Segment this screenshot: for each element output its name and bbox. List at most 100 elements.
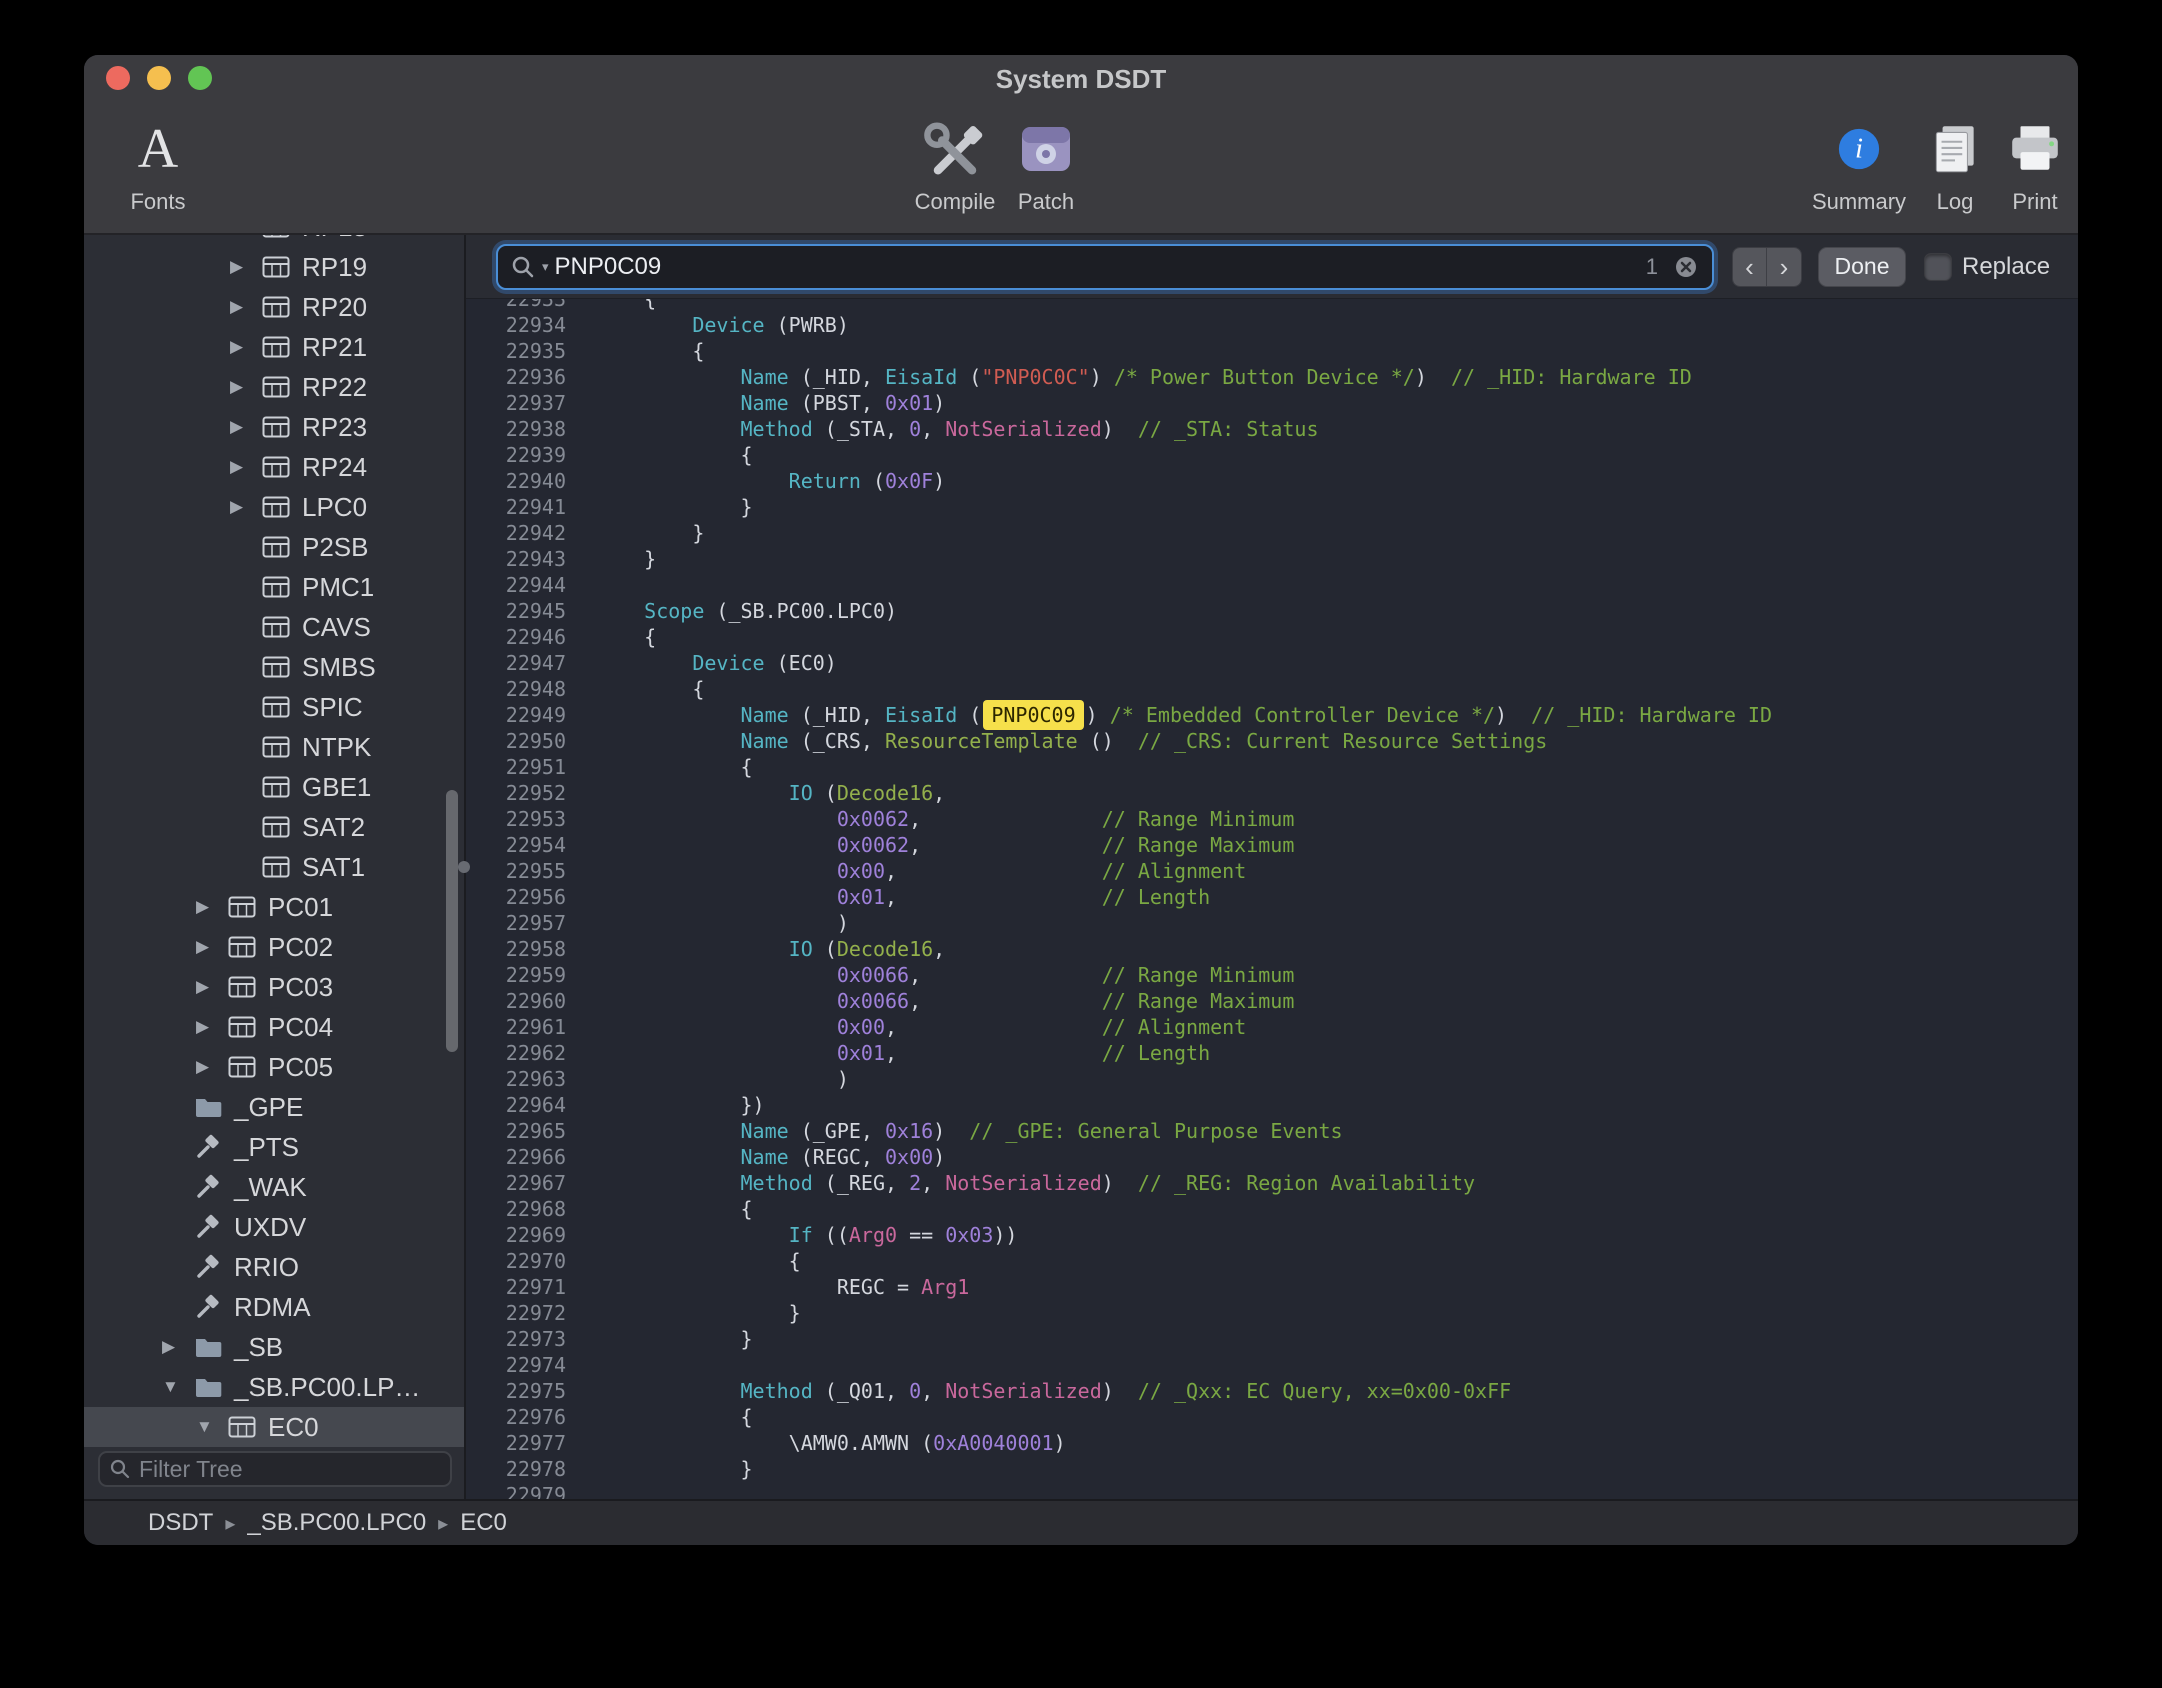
sidebar-item-cavs[interactable]: CAVS	[84, 607, 464, 647]
sidebar-item-ntpk[interactable]: NTPK	[84, 727, 464, 767]
sidebar-item-pc01[interactable]: ▶PC01	[84, 887, 464, 927]
code-token: ,	[921, 1171, 945, 1195]
code-line: 22940 Return (0x0F)	[466, 468, 2078, 494]
sidebar-item-smbs[interactable]: SMBS	[84, 647, 464, 687]
code-line: 22947 Device (EC0)	[466, 650, 2078, 676]
code-token	[596, 937, 789, 961]
sidebar-item-sat1[interactable]: SAT1	[84, 847, 464, 887]
search-field[interactable]: ▾ PNP0C09 1	[496, 244, 1714, 290]
sidebar-item-pc05[interactable]: ▶PC05	[84, 1047, 464, 1087]
sidebar-item-rp21[interactable]: ▶RP21	[84, 327, 464, 367]
method-icon	[194, 1174, 232, 1200]
code-token: })	[596, 1093, 765, 1117]
splitter-handle[interactable]	[458, 861, 470, 873]
sidebar-item-rp19[interactable]: ▶ RP19	[84, 247, 464, 287]
disclosure-triangle-icon[interactable]: ▶	[230, 457, 262, 477]
find-next-button[interactable]: ›	[1767, 248, 1801, 286]
disclosure-triangle-icon[interactable]: ▶	[230, 417, 262, 437]
toolbar-label: Compile	[915, 189, 996, 215]
clear-search-icon[interactable]	[1672, 253, 1700, 281]
toolbar-button-fonts[interactable]: AFonts	[103, 109, 213, 215]
sidebar-item-uxdv[interactable]: UXDV	[84, 1207, 464, 1247]
code-token: (EC0)	[765, 651, 837, 675]
fonts-icon: A	[138, 109, 178, 189]
code-token: Name	[741, 391, 789, 415]
code-token	[596, 469, 789, 493]
code-line: 22969 If ((Arg0 == 0x03))	[466, 1222, 2078, 1248]
code-token: ,	[909, 963, 1102, 987]
sidebar-item-pc04[interactable]: ▶PC04	[84, 1007, 464, 1047]
sidebar-item-rp20[interactable]: ▶RP20	[84, 287, 464, 327]
disclosure-triangle-icon[interactable]: ▶	[230, 257, 262, 277]
method-icon	[194, 1254, 232, 1280]
sidebar-item-rdma[interactable]: RDMA	[84, 1287, 464, 1327]
sidebar-item-pts[interactable]: _PTS	[84, 1127, 464, 1167]
sidebar-scrollbar[interactable]	[446, 790, 458, 1052]
line-number: 22972	[466, 1300, 566, 1326]
disclosure-triangle-icon[interactable]: ▼	[162, 1377, 194, 1397]
sidebar-item-rp24[interactable]: ▶RP24	[84, 447, 464, 487]
code-token: EisaId	[885, 365, 957, 389]
sidebar-item-label: CAVS	[300, 612, 371, 643]
line-number: 22950	[466, 728, 566, 754]
find-previous-button[interactable]: ‹	[1733, 248, 1767, 286]
sidebar-item-p2sb[interactable]: P2SB	[84, 527, 464, 567]
search-menu-chevron-icon[interactable]: ▾	[542, 259, 549, 275]
code-token: ,	[885, 1015, 1102, 1039]
disclosure-triangle-icon[interactable]: ▶	[230, 497, 262, 517]
sidebar-item-sb[interactable]: ▶_SB	[84, 1327, 464, 1367]
sidebar-item-pc02[interactable]: ▶ PC02	[84, 927, 464, 967]
breadcrumb-item[interactable]: DSDT	[148, 1509, 213, 1537]
toolbar-button-summary[interactable]: iSummary	[1804, 109, 1914, 215]
sidebar-item-sat2[interactable]: SAT2	[84, 807, 464, 847]
disclosure-triangle-icon[interactable]: ▶	[230, 377, 262, 397]
code-token: // Range Minimum	[1102, 963, 1295, 987]
sidebar-item-sb-pc00-lp[interactable]: ▼_SB.PC00.LP…	[84, 1367, 464, 1407]
disclosure-triangle-icon[interactable]: ▶	[230, 297, 262, 317]
sidebar-item-rrio[interactable]: RRIO	[84, 1247, 464, 1287]
code-token: 0x0062	[837, 833, 909, 857]
disclosure-triangle-icon[interactable]: ▶	[196, 897, 228, 917]
replace-checkbox[interactable]	[1924, 253, 1952, 281]
breadcrumb-item[interactable]: _SB.PC00.LPC0	[247, 1509, 426, 1537]
disclosure-triangle-icon[interactable]: ▼	[196, 1417, 228, 1437]
disclosure-triangle-icon[interactable]: ▶	[230, 337, 262, 357]
disclosure-triangle-icon[interactable]: ▶	[196, 1017, 228, 1037]
sidebar-item-rp18[interactable]: ▶RP18	[84, 235, 464, 247]
sidebar-item-wak[interactable]: _WAK	[84, 1167, 464, 1207]
sidebar-item-gbe1[interactable]: GBE1	[84, 767, 464, 807]
disclosure-triangle-icon[interactable]: ▶	[230, 235, 262, 237]
sidebar-item-rp23[interactable]: ▶RP23	[84, 407, 464, 447]
sidebar-item-gpe[interactable]: _GPE	[84, 1087, 464, 1127]
sidebar-item-pc03[interactable]: ▶PC03	[84, 967, 464, 1007]
disclosure-triangle-icon[interactable]: ▶	[196, 1057, 228, 1077]
disclosure-triangle-icon[interactable]: ▶	[196, 977, 228, 997]
code-token: Method	[741, 1379, 813, 1403]
code-token: IO	[789, 781, 813, 805]
line-number: 22960	[466, 988, 566, 1014]
code-token: Device	[692, 313, 764, 337]
code-token: )	[1090, 365, 1114, 389]
code-token	[596, 859, 837, 883]
code-editor[interactable]: 22933 {22934 Device (PWRB)22935 {22936 N…	[466, 299, 2078, 1499]
code-token: /* Power Button Device */	[1114, 365, 1415, 389]
sidebar-item-ec0[interactable]: ▼EC0	[84, 1407, 464, 1447]
toolbar-button-print[interactable]: Print	[1980, 109, 2078, 215]
disclosure-triangle-icon[interactable]: ▶	[196, 937, 228, 957]
toolbar-button-patch[interactable]: Patch	[991, 109, 1101, 215]
code-line: 22943 }	[466, 546, 2078, 572]
toolbar-label: Log	[1937, 189, 1974, 215]
sidebar-item-rp22[interactable]: ▶RP22	[84, 367, 464, 407]
sidebar-item-label: RP19	[300, 252, 367, 283]
done-button[interactable]: Done	[1818, 247, 1906, 287]
sidebar-item-lpc0[interactable]: ▶LPC0	[84, 487, 464, 527]
sidebar-item-spic[interactable]: SPIC	[84, 687, 464, 727]
breadcrumb-item[interactable]: EC0	[460, 1509, 507, 1537]
sidebar-item-label: PC02	[266, 932, 333, 963]
line-number: 22953	[466, 806, 566, 832]
filter-tree-input[interactable]: Filter Tree	[98, 1451, 452, 1487]
code-line: 22959 0x0066, // Range Minimum	[466, 962, 2078, 988]
sidebar-item-pmc1[interactable]: PMC1	[84, 567, 464, 607]
path-bar: DSDT▸_SB.PC00.LPC0▸EC0	[84, 1499, 2078, 1545]
disclosure-triangle-icon[interactable]: ▶	[162, 1337, 194, 1357]
